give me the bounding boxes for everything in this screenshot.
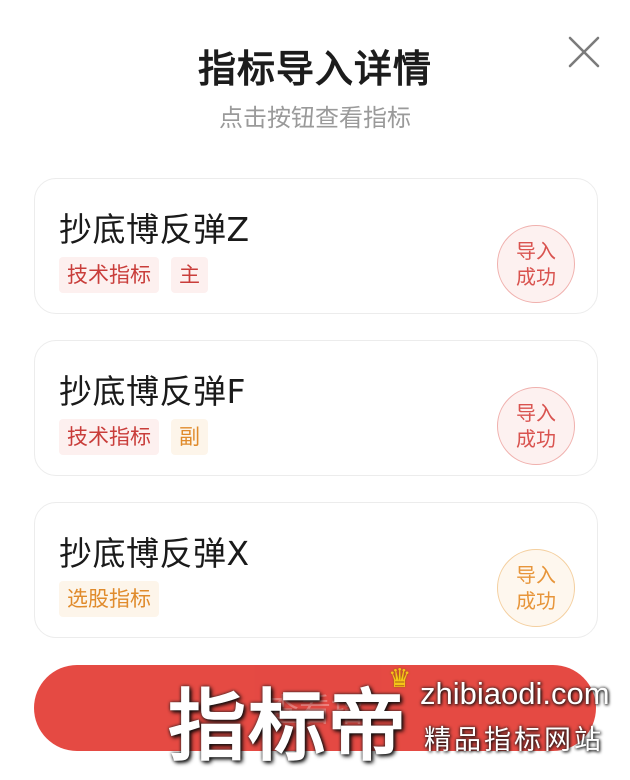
indicator-type-tag: 技术指标	[59, 257, 159, 293]
close-button[interactable]	[562, 30, 606, 74]
indicator-tags: 选股指标	[59, 581, 159, 617]
import-status-badge: 导入 成功	[497, 549, 575, 627]
indicator-tags: 技术指标 副	[59, 419, 208, 455]
watermark-domain: zhibiaodi.com	[420, 676, 610, 711]
indicator-name: 抄底博反弹X	[59, 534, 250, 573]
indicator-card[interactable]: 抄底博反弹F 技术指标 副 导入 成功	[34, 340, 598, 476]
import-status-badge: 导入 成功	[497, 225, 575, 303]
import-details-modal: 指标导入详情 点击按钮查看指标 抄底博反弹Z 技术指标 主 导入 成功 抄底博反…	[0, 0, 630, 780]
indicator-card[interactable]: 抄底博反弹Z 技术指标 主 导入 成功	[34, 178, 598, 314]
close-icon	[568, 36, 600, 68]
page-title: 指标导入详情	[197, 47, 432, 91]
indicator-name: 抄底博反弹Z	[59, 210, 250, 249]
indicator-type-tag: 技术指标	[59, 419, 159, 455]
indicator-tags: 技术指标 主	[59, 257, 208, 293]
indicator-card[interactable]: 抄底博反弹X 选股指标 导入 成功	[34, 502, 598, 638]
crown-icon: ♛	[388, 664, 412, 694]
watermark-brand: 指标帝	[168, 682, 409, 772]
indicator-type-tag: 选股指标	[59, 581, 159, 617]
indicator-position-tag: 主	[171, 257, 208, 293]
indicator-name: 抄底博反弹F	[59, 372, 246, 411]
watermark-slogan: 精品指标网站	[424, 725, 604, 756]
indicator-position-tag: 副	[171, 419, 208, 455]
import-status-badge: 导入 成功	[497, 387, 575, 465]
page-subtitle: 点击按钮查看指标	[219, 104, 411, 132]
